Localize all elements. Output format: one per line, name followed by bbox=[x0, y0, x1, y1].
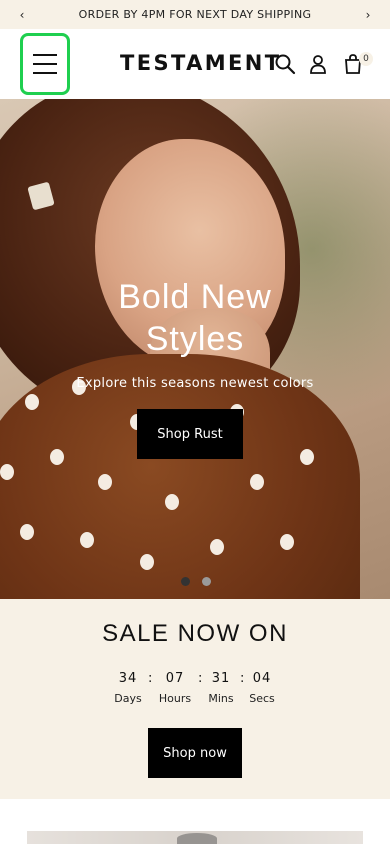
menu-line bbox=[33, 72, 57, 74]
polka-dot bbox=[50, 449, 64, 465]
hero-title: Bold New Styles bbox=[0, 276, 390, 360]
countdown-hours: 07 Hours bbox=[155, 671, 195, 705]
sale-section: SALE NOW ON 34 Days : 07 Hours : 31 Mins… bbox=[0, 599, 390, 799]
announcement-bar: ‹ ORDER BY 4PM FOR NEXT DAY SHIPPING › bbox=[0, 0, 390, 29]
polka-dot bbox=[25, 394, 39, 410]
cart-count-badge: 0 bbox=[359, 52, 373, 66]
polka-dot bbox=[210, 539, 224, 555]
polka-dot bbox=[280, 534, 294, 550]
slideshow-pagination bbox=[181, 577, 211, 586]
hero-slideshow[interactable]: Bold New Styles Explore this seasons new… bbox=[0, 99, 390, 599]
announcement-prev-button[interactable]: ‹ bbox=[16, 8, 28, 22]
slide-dot-1[interactable] bbox=[181, 577, 190, 586]
sale-title: SALE NOW ON bbox=[102, 620, 288, 647]
polka-dot bbox=[80, 532, 94, 548]
countdown-hours-value: 07 bbox=[165, 671, 185, 686]
announcement-text: ORDER BY 4PM FOR NEXT DAY SHIPPING bbox=[78, 8, 312, 21]
countdown-separator: : bbox=[148, 671, 153, 686]
hero-title-line1: Bold New bbox=[118, 278, 272, 316]
shop-rust-button[interactable]: Shop Rust bbox=[137, 409, 243, 459]
countdown-secs: 04 Secs bbox=[246, 671, 278, 705]
menu-line bbox=[33, 54, 57, 56]
polka-dot bbox=[250, 474, 264, 490]
polka-dot bbox=[140, 554, 154, 570]
site-header: TESTAMENT 0 bbox=[0, 29, 390, 99]
countdown-mins-label: Mins bbox=[208, 692, 234, 705]
countdown-hours-label: Hours bbox=[158, 692, 192, 705]
polka-dot bbox=[20, 524, 34, 540]
countdown-days-value: 34 bbox=[118, 671, 138, 686]
announcement-next-button[interactable]: › bbox=[362, 8, 374, 22]
account-icon[interactable] bbox=[306, 52, 330, 76]
polka-dot bbox=[165, 494, 179, 510]
menu-icon[interactable] bbox=[20, 33, 70, 95]
countdown-separator: : bbox=[198, 671, 203, 686]
site-logo[interactable]: TESTAMENT bbox=[120, 51, 281, 75]
countdown-secs-label: Secs bbox=[249, 692, 275, 705]
countdown-mins: 31 Mins bbox=[204, 671, 238, 705]
slide-dot-2[interactable] bbox=[202, 577, 211, 586]
countdown-days-label: Days bbox=[114, 692, 142, 705]
countdown-days: 34 Days bbox=[112, 671, 144, 705]
collection-image[interactable] bbox=[27, 831, 363, 844]
shop-now-button[interactable]: Shop now bbox=[148, 728, 242, 778]
countdown-mins-value: 31 bbox=[211, 671, 231, 686]
countdown-separator: : bbox=[240, 671, 245, 686]
menu-line bbox=[33, 63, 57, 65]
search-icon[interactable] bbox=[273, 52, 297, 76]
polka-dot bbox=[98, 474, 112, 490]
countdown-secs-value: 04 bbox=[252, 671, 272, 686]
polka-dot bbox=[0, 464, 14, 480]
polka-dot bbox=[300, 449, 314, 465]
hero-title-line2: Styles bbox=[145, 320, 245, 358]
hero-subtitle: Explore this seasons newest colors bbox=[76, 376, 314, 391]
